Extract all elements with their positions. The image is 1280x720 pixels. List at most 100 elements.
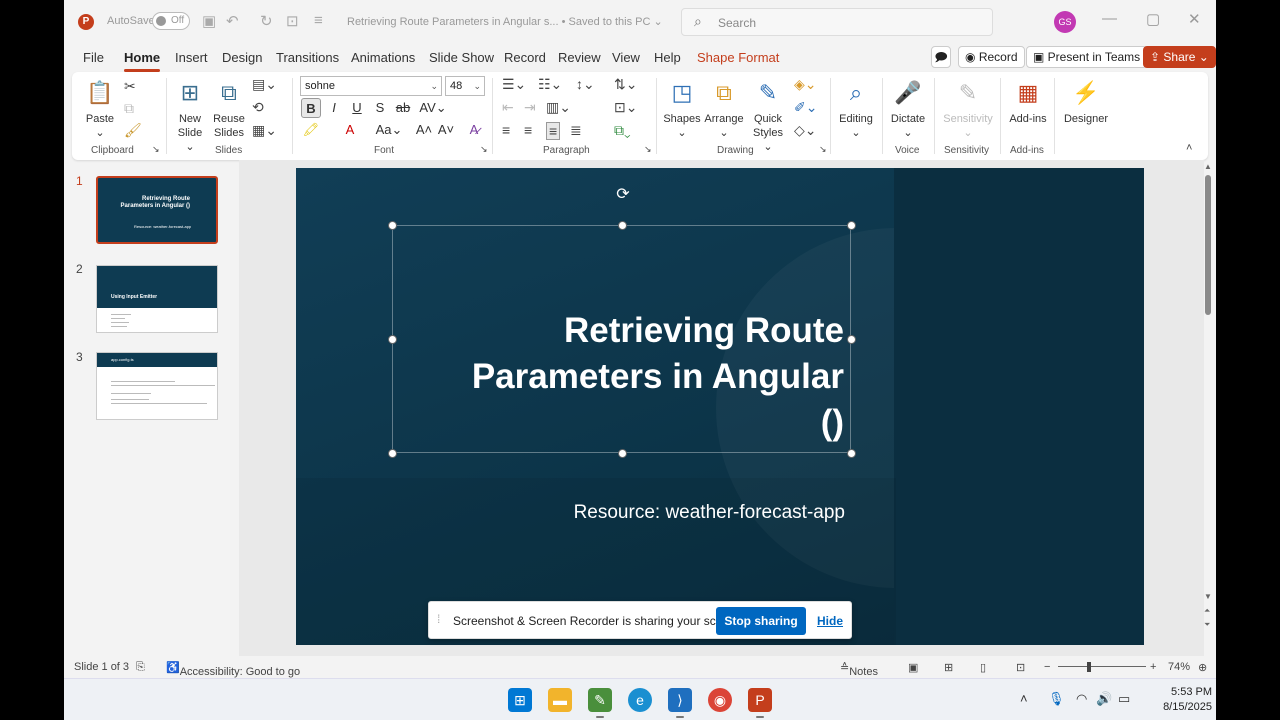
previous-slide-icon[interactable]: ⏶ bbox=[1204, 606, 1210, 616]
slide-thumbnail-1[interactable]: Retrieving Route Parameters in Angular (… bbox=[96, 176, 218, 244]
tab-help[interactable]: Help bbox=[654, 50, 681, 65]
show-hidden-icons-icon[interactable]: ˄ bbox=[1020, 691, 1028, 706]
decrease-indent-icon[interactable]: ⇤ bbox=[502, 99, 514, 116]
add-ins-button[interactable]: ▦ Add-ins bbox=[1006, 78, 1050, 126]
numbering-icon[interactable]: ☷⌄ bbox=[538, 76, 562, 93]
tab-insert[interactable]: Insert bbox=[175, 50, 208, 65]
minimize-icon[interactable]: — bbox=[1102, 10, 1117, 27]
tab-design[interactable]: Design bbox=[222, 50, 262, 65]
dialog-launcher-icon[interactable]: ↘ bbox=[480, 144, 488, 155]
change-case-button[interactable]: Aa⌄ bbox=[372, 120, 406, 140]
search-box[interactable]: ⌕ Search bbox=[681, 8, 993, 36]
undo-icon[interactable]: ↶ bbox=[226, 12, 239, 30]
record-button[interactable]: ◉ Record bbox=[958, 46, 1025, 68]
avatar[interactable]: GS bbox=[1054, 11, 1076, 33]
slide-thumbnail-2[interactable]: Using Input Emitter bbox=[96, 265, 218, 333]
new-slide-button[interactable]: ⊞ New Slide ⌄ bbox=[172, 78, 208, 154]
resize-handle[interactable] bbox=[618, 449, 627, 458]
align-center-icon[interactable]: ≡ bbox=[524, 122, 532, 138]
zoom-out-icon[interactable]: − bbox=[1044, 661, 1050, 673]
shape-outline-icon[interactable]: ✐⌄ bbox=[794, 99, 817, 116]
collapse-ribbon-icon[interactable]: ˄ bbox=[1186, 142, 1192, 154]
zoom-level[interactable]: 74% bbox=[1168, 661, 1190, 673]
scrollbar-thumb[interactable] bbox=[1205, 175, 1211, 315]
strikethrough-button[interactable]: ab bbox=[393, 98, 413, 118]
windows-start-icon[interactable]: ⊞ bbox=[508, 688, 532, 712]
layout-icon[interactable]: ▤⌄ bbox=[252, 76, 277, 93]
scroll-down-icon[interactable]: ▼ bbox=[1204, 592, 1212, 601]
tab-review[interactable]: Review bbox=[558, 50, 601, 65]
reuse-slides-button[interactable]: ⧉ Reuse Slides bbox=[211, 78, 247, 140]
zoom-slider[interactable] bbox=[1058, 666, 1146, 667]
volume-icon[interactable]: 🔊 bbox=[1096, 691, 1112, 707]
resize-handle[interactable] bbox=[847, 449, 856, 458]
present-from-start-icon[interactable]: ⊡ bbox=[286, 12, 299, 30]
columns-icon[interactable]: ▥⌄ bbox=[546, 99, 571, 116]
tab-home[interactable]: Home bbox=[124, 50, 161, 72]
reading-view-icon[interactable]: ▯ bbox=[980, 661, 986, 674]
zoom-in-icon[interactable]: + bbox=[1150, 661, 1156, 673]
comments-button[interactable]: 🗩 bbox=[931, 46, 951, 68]
microphone-icon[interactable]: 🎙 bbox=[1048, 691, 1065, 707]
format-painter-icon[interactable]: 🖌 bbox=[124, 122, 142, 139]
present-in-teams-button[interactable]: ▣ Present in Teams bbox=[1026, 46, 1148, 68]
font-family-select[interactable]: sohne ⌄ bbox=[300, 76, 442, 96]
save-icon[interactable]: ▣ bbox=[202, 12, 216, 30]
underline-button[interactable]: U bbox=[347, 98, 367, 118]
maximize-icon[interactable]: ▢ bbox=[1146, 10, 1160, 28]
slide-subtitle[interactable]: Resource: weather-forecast-app bbox=[496, 502, 845, 524]
font-color-icon[interactable]: A bbox=[340, 120, 360, 140]
tab-animations[interactable]: Animations bbox=[351, 50, 415, 65]
clear-formatting-icon[interactable]: A̷ bbox=[464, 120, 484, 140]
resize-handle[interactable] bbox=[847, 221, 856, 230]
powerpoint-taskbar-icon[interactable]: P bbox=[748, 688, 772, 712]
cut-icon[interactable]: ✂ bbox=[124, 78, 136, 95]
tab-shape-format[interactable]: Shape Format bbox=[697, 50, 779, 65]
stop-sharing-button[interactable]: Stop sharing bbox=[716, 607, 806, 635]
highlight-icon[interactable]: 🖍 bbox=[301, 120, 321, 140]
tab-record[interactable]: Record bbox=[504, 50, 546, 65]
align-right-icon[interactable]: ≡ bbox=[546, 122, 561, 140]
text-direction-icon[interactable]: ⇅⌄ bbox=[614, 76, 637, 93]
resize-handle[interactable] bbox=[618, 221, 627, 230]
zoom-slider-knob[interactable] bbox=[1087, 662, 1091, 672]
normal-view-icon[interactable]: ▣ bbox=[908, 661, 918, 674]
bold-button[interactable]: B bbox=[301, 98, 321, 118]
rotate-handle-icon[interactable]: ⟳ bbox=[614, 186, 632, 204]
accessibility-status[interactable]: ♿ Accessibility: Good to go bbox=[166, 661, 300, 678]
italic-button[interactable]: I bbox=[324, 98, 344, 118]
slide-show-icon[interactable]: ⊡ bbox=[1016, 661, 1025, 674]
align-text-icon[interactable]: ⊡⌄ bbox=[614, 99, 637, 116]
share-button[interactable]: ⇪ Share ⌄ bbox=[1143, 46, 1216, 68]
quick-styles-button[interactable]: ✎ Quick Styles ⌄ bbox=[748, 78, 788, 154]
paste-button[interactable]: 📋 Paste ⌄ bbox=[82, 78, 118, 140]
resize-handle[interactable] bbox=[388, 449, 397, 458]
shape-fill-icon[interactable]: ◈⌄ bbox=[794, 76, 817, 93]
customize-toolbar-icon[interactable]: ≡ bbox=[314, 12, 323, 29]
line-spacing-icon[interactable]: ↕⌄ bbox=[576, 76, 595, 93]
increase-font-icon[interactable]: A˄ bbox=[414, 120, 434, 140]
edge-browser-icon[interactable]: e bbox=[628, 688, 652, 712]
vscode-icon[interactable]: ⟩ bbox=[668, 688, 692, 712]
tab-file[interactable]: File bbox=[83, 50, 104, 65]
battery-icon[interactable]: ▭ bbox=[1118, 691, 1130, 707]
slide-thumbnail-3[interactable]: app.config.ts bbox=[96, 352, 218, 420]
shadow-button[interactable]: S bbox=[370, 98, 390, 118]
slide-sorter-icon[interactable]: ⊞ bbox=[944, 661, 953, 674]
designer-button[interactable]: ⚡ Designer bbox=[1058, 78, 1114, 126]
shapes-button[interactable]: ◳ Shapes ⌄ bbox=[662, 78, 702, 140]
shape-effects-icon[interactable]: ◇⌄ bbox=[794, 122, 817, 139]
wifi-icon[interactable]: ◠ bbox=[1076, 691, 1087, 707]
tab-view[interactable]: View bbox=[612, 50, 640, 65]
autosave-toggle[interactable]: Off bbox=[152, 12, 190, 30]
snipping-tool-icon[interactable]: ✎ bbox=[588, 688, 612, 712]
close-icon[interactable]: ✕ bbox=[1188, 10, 1201, 28]
system-clock[interactable]: 5:53 PM 8/15/2025 bbox=[1142, 685, 1212, 715]
notes-button[interactable]: ≙ Notes bbox=[840, 661, 878, 678]
hide-link[interactable]: Hide bbox=[817, 614, 843, 628]
current-slide[interactable]: Retrieving Route Parameters in Angular (… bbox=[296, 168, 1144, 645]
dialog-launcher-icon[interactable]: ↘ bbox=[819, 144, 827, 155]
vertical-scrollbar[interactable]: ▲ ▼ ⏶ ⏷ bbox=[1202, 160, 1216, 656]
align-left-icon[interactable]: ≡ bbox=[502, 122, 510, 138]
justify-icon[interactable]: ≣ bbox=[570, 122, 582, 139]
